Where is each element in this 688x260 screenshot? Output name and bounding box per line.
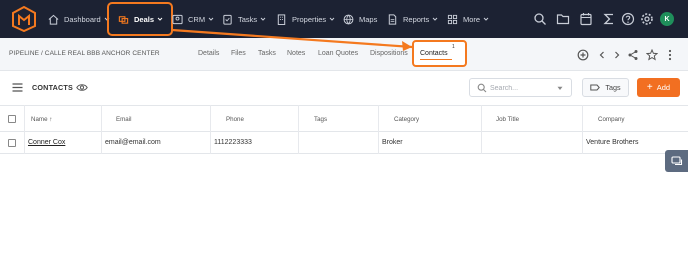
contact-name-link[interactable]: Conner Cox (28, 139, 65, 146)
caret-down-icon[interactable] (557, 86, 563, 91)
column-header-company[interactable]: Company (598, 116, 624, 123)
contact-phone: 1112223333 (214, 139, 252, 146)
add-button[interactable]: + Add (637, 78, 680, 97)
column-divider (481, 105, 482, 154)
eye-icon[interactable] (76, 83, 88, 92)
column-divider (298, 105, 299, 154)
contact-email: email@email.com (105, 139, 161, 146)
column-header-name[interactable]: Name ↑ (31, 116, 52, 123)
add-button-label: Add (656, 83, 671, 92)
floating-panel-toggle[interactable] (665, 150, 688, 172)
chat-icon (670, 155, 682, 165)
column-name-label: Name (31, 116, 48, 123)
chevron-right-icon[interactable] (612, 50, 622, 60)
column-header-tags[interactable]: Tags (314, 116, 327, 123)
contacts-search[interactable] (469, 78, 572, 97)
column-divider (101, 105, 102, 154)
column-divider (210, 105, 211, 154)
column-divider (378, 105, 379, 154)
more-vertical-icon[interactable] (666, 49, 674, 61)
section-title: CONTACTS (32, 83, 73, 92)
column-header-phone[interactable]: Phone (226, 116, 244, 123)
column-header-job-title[interactable]: Job Title (496, 116, 519, 123)
tag-icon (590, 84, 601, 91)
share-icon[interactable] (627, 49, 639, 61)
contact-company: Venture Brothers (586, 139, 639, 146)
plus-icon: + (646, 81, 653, 93)
tags-button[interactable]: Tags (582, 78, 629, 97)
row-checkbox[interactable] (8, 139, 16, 147)
select-all-checkbox[interactable] (8, 115, 16, 123)
search-icon (477, 83, 487, 93)
sort-up-icon: ↑ (49, 116, 53, 123)
table-row[interactable]: Conner Cox email@email.com 1112223333 Br… (0, 132, 688, 154)
table-header: Name ↑ Email Phone Tags Category Job Tit… (0, 105, 688, 132)
column-divider (582, 105, 583, 154)
menu-icon[interactable] (12, 83, 23, 92)
chevron-left-icon[interactable] (597, 50, 607, 60)
tags-button-label: Tags (605, 83, 621, 92)
column-header-email[interactable]: Email (116, 116, 131, 123)
add-circle-icon[interactable] (577, 49, 589, 61)
contact-category: Broker (382, 139, 403, 146)
column-header-category[interactable]: Category (394, 116, 419, 123)
star-icon[interactable] (646, 49, 658, 61)
column-divider (24, 105, 25, 154)
search-input[interactable] (490, 83, 554, 93)
